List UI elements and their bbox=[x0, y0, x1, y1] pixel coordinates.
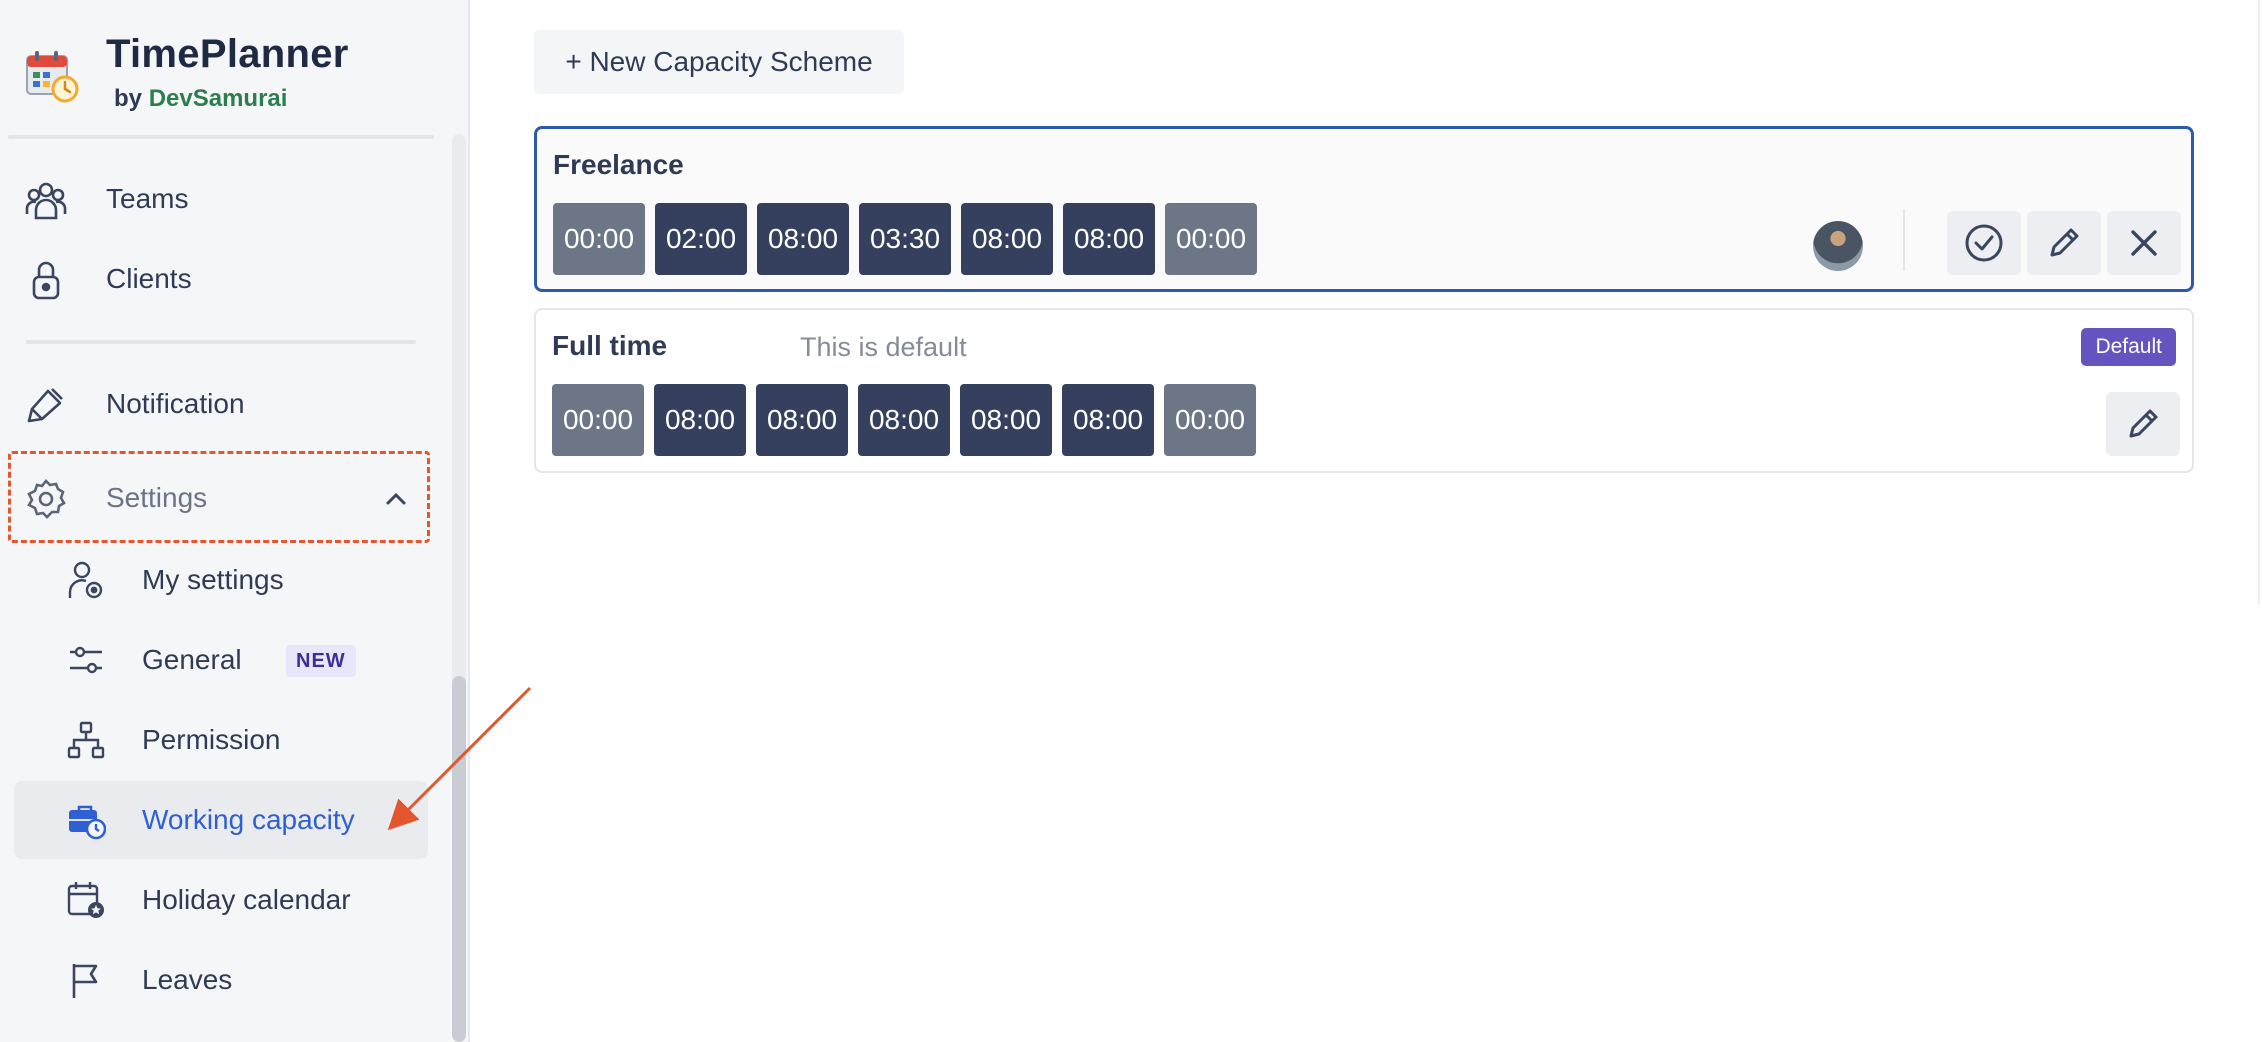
day-slot: 08:00 bbox=[654, 384, 746, 456]
edit-button[interactable] bbox=[2106, 392, 2180, 456]
day-slots: 00:00 08:00 08:00 08:00 08:00 08:00 00:0… bbox=[552, 384, 1256, 456]
sidebar-item-general[interactable]: General NEW bbox=[14, 621, 428, 699]
sidebar-item-label: Working capacity bbox=[142, 804, 355, 835]
day-slot[interactable]: 03:30 bbox=[859, 203, 951, 275]
day-slot[interactable]: 00:00 bbox=[553, 203, 645, 275]
day-slot[interactable]: 08:00 bbox=[757, 203, 849, 275]
briefcase-clock-icon bbox=[69, 805, 106, 840]
sliders-icon bbox=[70, 646, 102, 674]
day-slot: 00:00 bbox=[552, 384, 644, 456]
brand-subtitle: by DevSamurai bbox=[114, 85, 287, 113]
set-default-button[interactable] bbox=[1947, 211, 2021, 275]
default-badge: Default bbox=[2081, 328, 2176, 366]
sidebar-item-label: Holiday calendar bbox=[142, 884, 351, 915]
action-separator bbox=[1903, 209, 1905, 271]
day-slot[interactable]: 00:00 bbox=[1165, 203, 1257, 275]
scheme-subtitle: This is default bbox=[800, 332, 967, 362]
pencil-icon bbox=[2050, 228, 2079, 257]
brand-company: DevSamurai bbox=[148, 85, 288, 112]
user-avatar[interactable] bbox=[1813, 221, 1863, 271]
sidebar-item-notification[interactable]: Notification bbox=[14, 365, 428, 443]
scheme-name: Full time bbox=[552, 330, 668, 361]
day-slot: 00:00 bbox=[1164, 384, 1256, 456]
user-gear-icon bbox=[68, 561, 103, 599]
sidebar-divider bbox=[8, 135, 434, 139]
calendar-clock-logo-icon bbox=[26, 51, 79, 103]
sidebar-item-permission[interactable]: Permission bbox=[14, 701, 428, 779]
capacity-scheme-card-freelance[interactable]: Freelance 00:00 02:00 08:00 03:30 08:00 … bbox=[534, 126, 2194, 292]
delete-button[interactable] bbox=[2107, 211, 2181, 275]
day-slot: 08:00 bbox=[858, 384, 950, 456]
sidebar-scrollbar-thumb[interactable] bbox=[452, 676, 466, 1042]
capacity-scheme-card-full-time[interactable]: Full time This is default Default 00:00 … bbox=[534, 308, 2194, 473]
sidebar-item-label: Leaves bbox=[142, 964, 233, 995]
megaphone-icon bbox=[27, 388, 63, 423]
day-slot: 08:00 bbox=[960, 384, 1052, 456]
brand-by: by bbox=[114, 85, 143, 112]
sidebar-item-label: Teams bbox=[106, 183, 189, 214]
sidebar-item-label: General bbox=[142, 644, 242, 675]
day-slot: 08:00 bbox=[756, 384, 848, 456]
sidebar-item-label: Permission bbox=[142, 724, 281, 755]
page-edge-line bbox=[2258, 0, 2260, 604]
settings-highlight bbox=[8, 451, 430, 543]
pencil-icon bbox=[2129, 409, 2158, 438]
sidebar-divider bbox=[26, 340, 416, 344]
new-capacity-scheme-button[interactable]: + New Capacity Scheme bbox=[534, 30, 904, 94]
lock-icon bbox=[32, 261, 60, 300]
scheme-name: Freelance bbox=[553, 149, 684, 180]
day-slot[interactable]: 08:00 bbox=[961, 203, 1053, 275]
flag-icon bbox=[72, 964, 98, 998]
sidebar-item-my-settings[interactable]: My settings bbox=[14, 541, 428, 619]
sidebar-item-clients[interactable]: Clients bbox=[14, 240, 428, 318]
hierarchy-icon bbox=[67, 721, 105, 759]
day-slots: 00:00 02:00 08:00 03:30 08:00 08:00 00:0… bbox=[553, 203, 1257, 275]
users-icon bbox=[25, 182, 67, 220]
calendar-star-icon bbox=[67, 882, 104, 918]
brand[interactable]: TimePlanner by DevSamurai bbox=[24, 30, 444, 113]
sidebar-item-label: Clients bbox=[106, 263, 192, 294]
check-circle-icon bbox=[1965, 224, 2003, 262]
sidebar-item-label: Notification bbox=[106, 388, 245, 419]
day-slot[interactable]: 08:00 bbox=[1063, 203, 1155, 275]
new-badge: NEW bbox=[286, 645, 356, 677]
sidebar-item-teams[interactable]: Teams bbox=[14, 160, 428, 238]
brand-title: TimePlanner bbox=[106, 32, 349, 76]
sidebar: TimePlanner by DevSamurai Teams Clients … bbox=[0, 0, 470, 1042]
sidebar-item-holiday-calendar[interactable]: Holiday calendar bbox=[14, 861, 428, 939]
close-icon bbox=[2131, 230, 2157, 256]
sidebar-item-leaves[interactable]: Leaves bbox=[14, 941, 428, 1019]
sidebar-item-working-capacity[interactable]: Working capacity bbox=[14, 781, 428, 859]
day-slot: 08:00 bbox=[1062, 384, 1154, 456]
day-slot[interactable]: 02:00 bbox=[655, 203, 747, 275]
edit-button[interactable] bbox=[2027, 211, 2101, 275]
sidebar-item-label: My settings bbox=[142, 564, 284, 595]
